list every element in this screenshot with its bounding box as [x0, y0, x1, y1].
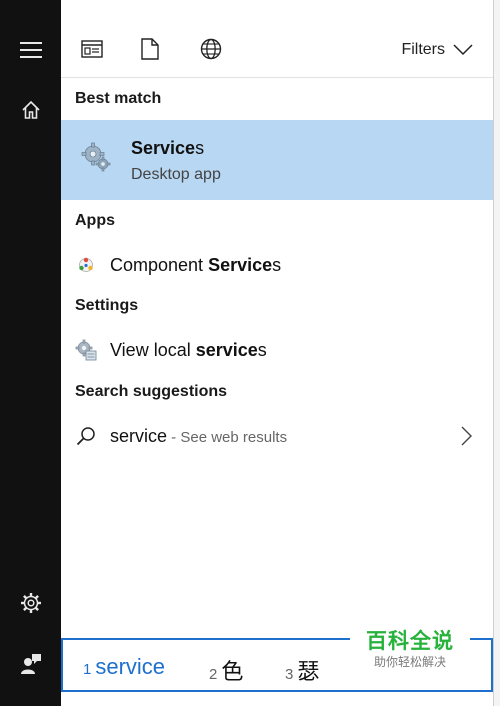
settings-result-view-local-services[interactable]: View local services — [61, 330, 493, 370]
background-window-edge — [493, 0, 500, 706]
menu-button[interactable] — [0, 26, 61, 74]
ime-candidate-1[interactable]: 1 service — [83, 654, 165, 680]
chevron-right-icon — [461, 426, 472, 446]
home-icon — [21, 100, 40, 119]
best-match-heading: Best match — [75, 90, 162, 107]
settings-heading: Settings — [75, 297, 139, 314]
best-match-title: Services — [131, 138, 205, 158]
ime-candidate-2[interactable]: 2 色 — [209, 654, 243, 686]
component-services-icon — [75, 254, 97, 276]
ime-candidate-3[interactable]: 3 瑟 — [285, 654, 319, 686]
filters-label: Filters — [401, 41, 445, 58]
watermark-subtitle: 助你轻松解决 — [373, 655, 446, 669]
toolbar-divider — [61, 77, 493, 78]
watermark-logo: 百科全说 助你轻松解决 — [350, 628, 470, 678]
best-match-result[interactable]: Services Desktop app — [61, 120, 493, 200]
app-result-component-services[interactable]: Component Services — [61, 245, 493, 285]
filters-dropdown[interactable]: Filters — [401, 38, 473, 62]
local-services-icon — [75, 339, 97, 361]
apps-filter-button[interactable] — [79, 36, 105, 62]
globe-icon — [200, 38, 222, 60]
gears-icon — [81, 142, 111, 172]
search-panel: Filters Best match Services Desktop app — [61, 0, 493, 706]
search-icon — [75, 425, 97, 447]
web-filter-button[interactable] — [198, 36, 224, 62]
settings-button[interactable] — [0, 579, 61, 627]
settings-gear-icon — [20, 593, 41, 613]
app-result-label: Component Services — [110, 255, 282, 275]
web-suggestion-service[interactable]: service - See web results — [61, 416, 493, 456]
documents-filter-button[interactable] — [137, 36, 163, 62]
feedback-button[interactable] — [0, 640, 61, 688]
search-suggestions-heading: Search suggestions — [75, 383, 228, 400]
best-match-subtitle: Desktop app — [131, 166, 221, 183]
chevron-down-icon — [453, 44, 473, 56]
watermark-title: 百科全说 — [366, 629, 454, 653]
app-window-icon — [81, 40, 103, 58]
home-button[interactable] — [0, 86, 61, 134]
hamburger-menu-icon — [19, 42, 42, 58]
search-scope-toolbar: Filters — [61, 22, 493, 76]
document-icon — [141, 38, 159, 60]
web-suggestion-label: service - See web results — [110, 426, 288, 446]
apps-heading: Apps — [75, 212, 115, 229]
user-feedback-icon — [20, 654, 41, 674]
settings-result-label: View local services — [110, 340, 267, 360]
start-menu-rail — [0, 0, 61, 706]
